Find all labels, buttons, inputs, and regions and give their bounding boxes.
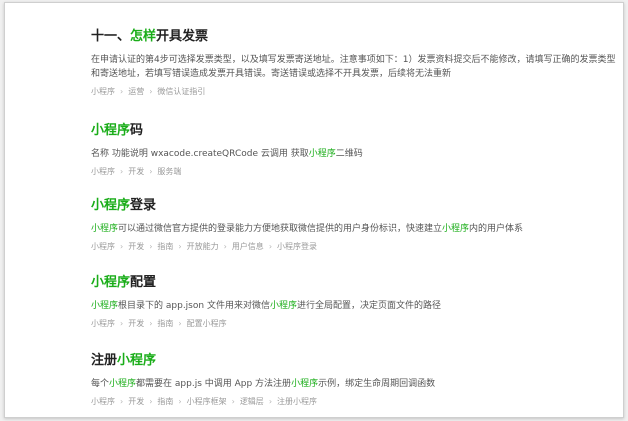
highlighted-keyword: 小程序 xyxy=(308,149,336,159)
result-title[interactable]: 十一、怎样开具发票 xyxy=(91,29,621,45)
chevron-right-icon: › xyxy=(268,397,273,406)
result-title-link[interactable]: 小程序登录 xyxy=(91,198,156,213)
result-title[interactable]: 注册小程序 xyxy=(91,353,621,369)
highlighted-keyword: 小程序 xyxy=(291,379,319,389)
chevron-right-icon: › xyxy=(178,319,182,328)
highlighted-keyword: 小程序 xyxy=(269,301,297,311)
result-title-link[interactable]: 小程序码 xyxy=(91,123,143,138)
result-title-link[interactable]: 小程序配置 xyxy=(91,275,156,290)
highlighted-keyword: 小程序 xyxy=(109,379,137,389)
breadcrumb-link[interactable]: 开放能力 xyxy=(187,242,219,251)
search-result: 注册小程序 每个小程序都需要在 app.js 中调用 App 方法注册小程序示例… xyxy=(91,353,621,407)
highlighted-keyword: 小程序 xyxy=(91,275,131,290)
breadcrumb-link[interactable]: 小程序框架 xyxy=(187,397,227,406)
text-segment: 内的用户体系 xyxy=(469,224,524,234)
highlighted-keyword: 小程序 xyxy=(442,224,470,234)
highlighted-keyword: 小程序 xyxy=(91,123,131,138)
chevron-right-icon: › xyxy=(120,87,124,96)
text-segment: 都需要在 app.js 中调用 App 方法注册 xyxy=(136,379,292,389)
search-result: 小程序配置 小程序根目录下的 app.json 文件用来对微信小程序进行全局配置… xyxy=(91,275,621,329)
chevron-right-icon: › xyxy=(149,397,153,406)
breadcrumb-link[interactable]: 小程序登录 xyxy=(277,242,317,251)
breadcrumb: 小程序 › 开发 › 指南 › 小程序框架 › 逻辑层 › 注册小程序 xyxy=(91,396,621,407)
breadcrumb: 小程序 › 运营 › 微信认证指引 xyxy=(91,86,621,97)
result-description: 小程序可以通过微信官方提供的登录能力方便地获取微信提供的用户身份标识，快速建立小… xyxy=(91,222,621,236)
chevron-right-icon: › xyxy=(120,242,124,251)
breadcrumb-link[interactable]: 小程序 xyxy=(91,87,115,96)
chevron-right-icon: › xyxy=(268,242,273,251)
text-segment: 在申请认证的第4步可选择发票类型，以及填写发票寄送地址。注意事项如下：1）发票资… xyxy=(91,55,616,79)
breadcrumb: 小程序 › 开发 › 指南 › 配置小程序 xyxy=(91,318,621,329)
breadcrumb-link[interactable]: 配置小程序 xyxy=(187,319,227,328)
text-segment: 登录 xyxy=(130,198,157,213)
breadcrumb-link[interactable]: 运营 xyxy=(128,87,144,96)
chevron-right-icon: › xyxy=(120,167,124,176)
breadcrumb-link[interactable]: 小程序 xyxy=(91,167,115,176)
breadcrumb: 小程序 › 开发 › 指南 › 开放能力 › 用户信息 › 小程序登录 xyxy=(91,241,621,252)
text-segment: 码 xyxy=(130,123,144,138)
highlighted-keyword: 小程序 xyxy=(117,353,157,368)
breadcrumb-link[interactable]: 指南 xyxy=(157,397,173,406)
breadcrumb-link[interactable]: 注册小程序 xyxy=(277,397,317,406)
chevron-right-icon: › xyxy=(149,242,153,251)
breadcrumb-link[interactable]: 微信认证指引 xyxy=(157,87,205,96)
text-segment: 二维码 xyxy=(335,149,363,159)
chevron-right-icon: › xyxy=(231,397,235,406)
highlighted-keyword: 小程序 xyxy=(91,301,119,311)
text-segment: 示例，绑定生命周期回调函数 xyxy=(318,379,436,389)
breadcrumb-link[interactable]: 用户信息 xyxy=(232,242,264,251)
search-result: 小程序码 名称 功能说明 wxacode.createQRCode 云调用 获取… xyxy=(91,123,621,177)
chevron-right-icon: › xyxy=(223,242,227,251)
result-description: 在申请认证的第4步可选择发票类型，以及填写发票寄送地址。注意事项如下：1）发票资… xyxy=(91,53,621,81)
highlighted-keyword: 小程序 xyxy=(91,224,119,234)
result-title[interactable]: 小程序码 xyxy=(91,123,621,139)
breadcrumb-link[interactable]: 开发 xyxy=(128,319,144,328)
text-segment: 根目录下的 app.json 文件用来对微信 xyxy=(118,301,270,311)
breadcrumb-link[interactable]: 指南 xyxy=(157,242,173,251)
chevron-right-icon: › xyxy=(120,319,124,328)
result-title[interactable]: 小程序登录 xyxy=(91,198,621,214)
breadcrumb-link[interactable]: 小程序 xyxy=(91,319,115,328)
breadcrumb-link[interactable]: 开发 xyxy=(128,397,144,406)
chevron-right-icon: › xyxy=(178,397,182,406)
text-segment: 每个 xyxy=(91,379,110,389)
result-title[interactable]: 小程序配置 xyxy=(91,275,621,291)
breadcrumb-link[interactable]: 服务端 xyxy=(157,167,181,176)
chevron-right-icon: › xyxy=(178,242,182,251)
breadcrumb-link[interactable]: 逻辑层 xyxy=(240,397,264,406)
chevron-right-icon: › xyxy=(149,87,153,96)
text-segment: 开具发票 xyxy=(156,29,209,44)
breadcrumb-link[interactable]: 指南 xyxy=(157,319,173,328)
text-segment: 注册 xyxy=(91,353,118,368)
result-description: 名称 功能说明 wxacode.createQRCode 云调用 获取小程序二维… xyxy=(91,147,621,161)
text-segment: 进行全局配置，决定页面文件的路径 xyxy=(296,301,441,311)
text-segment: 配置 xyxy=(130,275,157,290)
breadcrumb-link[interactable]: 开发 xyxy=(128,242,144,251)
search-result: 小程序登录 小程序可以通过微信官方提供的登录能力方便地获取微信提供的用户身份标识… xyxy=(91,198,621,252)
breadcrumb: 小程序 › 开发 › 服务端 xyxy=(91,166,621,177)
highlighted-keyword: 小程序 xyxy=(91,198,131,213)
breadcrumb-link[interactable]: 小程序 xyxy=(91,242,115,251)
highlighted-keyword: 怎样 xyxy=(130,29,157,44)
chevron-right-icon: › xyxy=(120,397,124,406)
result-title-link[interactable]: 十一、怎样开具发票 xyxy=(91,29,208,44)
result-description: 每个小程序都需要在 app.js 中调用 App 方法注册小程序示例，绑定生命周… xyxy=(91,377,621,391)
result-title-link[interactable]: 注册小程序 xyxy=(91,353,156,368)
search-results-panel: 十一、怎样开具发票 在申请认证的第4步可选择发票类型，以及填写发票寄送地址。注意… xyxy=(4,2,624,418)
text-segment: 十一、 xyxy=(91,29,131,44)
search-result: 十一、怎样开具发票 在申请认证的第4步可选择发票类型，以及填写发票寄送地址。注意… xyxy=(91,29,621,97)
chevron-right-icon: › xyxy=(149,167,153,176)
text-segment: 名称 功能说明 wxacode.createQRCode 云调用 获取 xyxy=(91,149,309,159)
breadcrumb-link[interactable]: 小程序 xyxy=(91,397,115,406)
result-description: 小程序根目录下的 app.json 文件用来对微信小程序进行全局配置，决定页面文… xyxy=(91,299,621,313)
breadcrumb-link[interactable]: 开发 xyxy=(128,167,144,176)
text-segment: 可以通过微信官方提供的登录能力方便地获取微信提供的用户身份标识，快速建立 xyxy=(118,224,443,234)
chevron-right-icon: › xyxy=(149,319,153,328)
